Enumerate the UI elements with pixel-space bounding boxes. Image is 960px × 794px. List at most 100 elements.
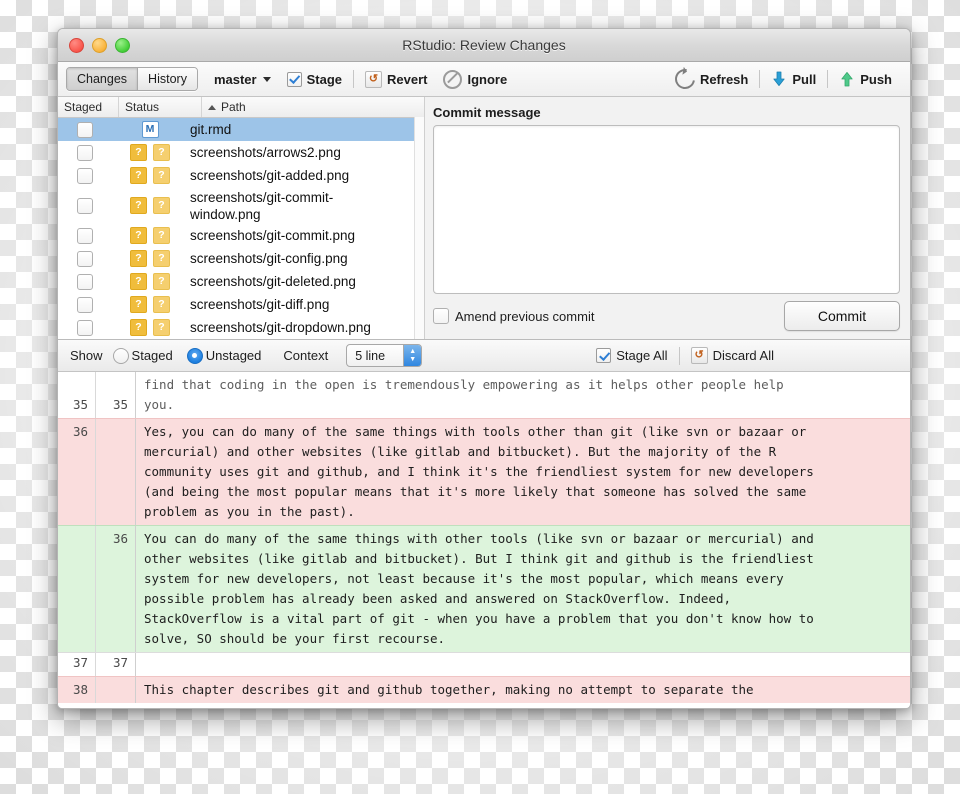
row-path-cell: screenshots/git-added.png xyxy=(190,168,350,183)
diff-chunk-context[interactable]: 37 37 xyxy=(58,652,910,676)
gutter-new-line xyxy=(96,419,136,525)
diffbar-divider xyxy=(678,346,680,365)
table-row[interactable]: ? ? screenshots/git-added.png xyxy=(58,164,424,187)
old-line-number xyxy=(58,649,88,652)
file-list[interactable]: M git.rmd ? ? screenshots/arrows2.png ? … xyxy=(58,118,424,339)
stage-button[interactable]: Stage xyxy=(279,66,350,92)
toolbar-divider xyxy=(353,70,354,88)
diff-viewer[interactable]: 35 35 find that coding in the open is tr… xyxy=(58,372,910,708)
radio-staged[interactable]: Staged xyxy=(112,347,173,364)
status-badge-untracked-worktree: ? xyxy=(153,250,170,267)
radio-icon xyxy=(112,347,129,364)
tab-history[interactable]: History xyxy=(137,68,197,90)
commit-message-input[interactable] xyxy=(433,125,900,294)
row-status-cell: ? ? xyxy=(112,197,188,214)
stage-checkbox[interactable] xyxy=(77,197,93,214)
minimize-button[interactable] xyxy=(92,37,107,53)
status-badge-untracked-index: ? xyxy=(130,197,147,214)
commit-message-label: Commit message xyxy=(433,105,541,120)
status-badge-untracked-worktree: ? xyxy=(153,273,170,290)
window-controls xyxy=(69,37,130,53)
view-mode-tabs: Changes History xyxy=(66,67,198,91)
revert-button[interactable]: Revert xyxy=(357,66,435,92)
stage-checkbox[interactable] xyxy=(77,227,93,244)
diff-chunk-deletion[interactable]: 38 This chapter describes git and github… xyxy=(58,676,910,703)
row-path-cell: screenshots/git-commit- window.png xyxy=(190,189,334,222)
row-staged-cell[interactable] xyxy=(58,319,112,336)
diff-chunk-deletion[interactable]: 36 Yes, you can do many of the same thin… xyxy=(58,418,910,525)
diff-chunk-addition[interactable]: 36 You can do many of the same things wi… xyxy=(58,525,910,652)
row-status-cell: ? ? xyxy=(112,273,188,290)
row-staged-cell[interactable] xyxy=(58,121,112,138)
radio-unstaged[interactable]: Unstaged xyxy=(186,347,262,364)
amend-label: Amend previous commit xyxy=(455,308,595,324)
status-badge-untracked-worktree: ? xyxy=(153,227,170,244)
stage-all-button[interactable]: Stage All xyxy=(588,343,675,369)
status-badge-untracked-worktree: ? xyxy=(153,319,170,336)
column-header-status[interactable]: Status xyxy=(118,97,201,117)
column-header-path[interactable]: Path xyxy=(201,97,424,117)
table-row[interactable]: ? ? screenshots/git-commit- window.png xyxy=(58,187,424,224)
pull-arrow-down-icon xyxy=(773,71,785,86)
new-line-number xyxy=(96,700,128,703)
ignore-label: Ignore xyxy=(467,71,508,87)
row-status-cell: ? ? xyxy=(112,319,188,336)
push-button[interactable]: Push xyxy=(831,66,900,92)
refresh-button[interactable]: Refresh xyxy=(667,65,756,93)
row-status-cell: ? ? xyxy=(112,227,188,244)
row-staged-cell[interactable] xyxy=(58,144,112,161)
table-row[interactable]: ? ? screenshots/git-commit.png xyxy=(58,224,424,247)
discard-all-button[interactable]: Discard All xyxy=(683,343,782,369)
row-staged-cell[interactable] xyxy=(58,296,112,313)
gutter-old-line: 38 xyxy=(58,677,96,703)
toolbar-divider-2 xyxy=(759,70,761,88)
stage-checkbox[interactable] xyxy=(77,296,93,313)
amend-previous-commit-checkbox[interactable]: Amend previous commit xyxy=(433,308,594,324)
stage-checkbox[interactable] xyxy=(77,121,93,138)
table-row[interactable]: ? ? screenshots/git-deleted.png xyxy=(58,270,424,293)
row-staged-cell[interactable] xyxy=(58,167,112,184)
table-row[interactable]: ? ? screenshots/git-dropdown.png xyxy=(58,316,424,339)
row-staged-cell[interactable] xyxy=(58,197,112,214)
diff-chunk-context[interactable]: 35 35 find that coding in the open is tr… xyxy=(58,372,910,418)
table-row[interactable]: ? ? screenshots/git-config.png xyxy=(58,247,424,270)
gutter-old-line: 37 xyxy=(58,653,96,676)
close-button[interactable] xyxy=(69,37,84,53)
row-staged-cell[interactable] xyxy=(58,250,112,267)
tab-changes[interactable]: Changes xyxy=(67,68,138,90)
old-line-number: 35 xyxy=(72,397,88,412)
old-line-number: 38 xyxy=(72,682,88,697)
radio-unstaged-label: Unstaged xyxy=(205,348,262,363)
row-path-cell: screenshots/git-commit.png xyxy=(190,228,356,243)
context-lines-select[interactable]: 5 line ▲ ▼ xyxy=(346,344,423,367)
stage-checkbox[interactable] xyxy=(77,319,93,336)
row-status-cell: ? ? xyxy=(112,296,188,313)
window-titlebar: RStudio: Review Changes xyxy=(58,29,910,62)
row-staged-cell[interactable] xyxy=(58,273,112,290)
ignore-button[interactable]: Ignore xyxy=(435,66,515,92)
new-line-number: 37 xyxy=(112,655,128,670)
checkbox-icon xyxy=(433,308,449,324)
commit-button[interactable]: Commit xyxy=(784,301,900,331)
row-status-cell: ? ? xyxy=(112,167,188,184)
table-row[interactable]: ? ? screenshots/arrows2.png xyxy=(58,141,424,164)
zoom-button[interactable] xyxy=(115,37,130,53)
gutter-new-line: 36 xyxy=(96,526,136,652)
pull-label: Pull xyxy=(792,71,817,87)
stage-checkbox[interactable] xyxy=(77,167,93,184)
row-status-cell: ? ? xyxy=(112,250,188,267)
stepper-icon[interactable]: ▲ ▼ xyxy=(403,345,422,366)
stage-checkbox[interactable] xyxy=(77,273,93,290)
pull-button[interactable]: Pull xyxy=(763,66,824,92)
refresh-label: Refresh xyxy=(699,71,749,87)
new-line-number: 36 xyxy=(112,531,128,546)
file-list-scrollbar[interactable] xyxy=(414,117,424,339)
stage-checkbox[interactable] xyxy=(77,144,93,161)
table-row[interactable]: ? ? screenshots/git-diff.png xyxy=(58,293,424,316)
stage-checkbox[interactable] xyxy=(77,250,93,267)
branch-selector[interactable]: master xyxy=(206,66,279,92)
table-row[interactable]: M git.rmd xyxy=(58,118,424,141)
file-list-pane: Staged Status Path M git.rmd ? ? screens… xyxy=(58,97,425,339)
row-staged-cell[interactable] xyxy=(58,227,112,244)
column-header-staged[interactable]: Staged xyxy=(58,97,118,117)
